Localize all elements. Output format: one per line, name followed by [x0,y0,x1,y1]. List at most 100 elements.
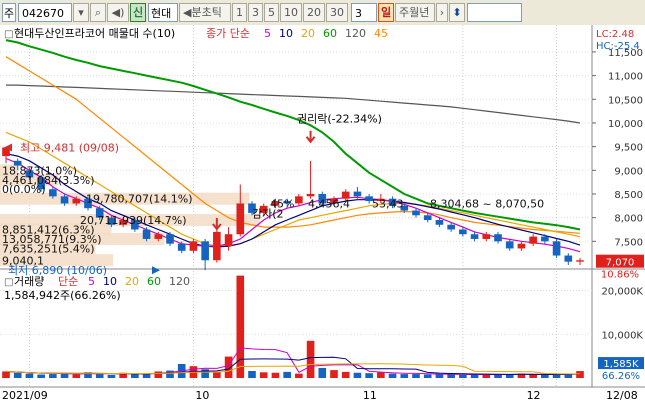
candle [552,238,561,258]
period-button-10[interactable]: 10 [280,3,302,22]
period-button-20[interactable]: 20 [303,3,325,22]
chart-svg[interactable]: 11,50011,00010,50010,0009,5009,0008,5008… [0,25,645,403]
volume-bar [388,373,397,378]
current-change-label: 10.86% [601,270,639,281]
candle-body [154,234,163,239]
volume-bar [318,367,327,378]
x-tick-label: 12 [527,389,541,402]
price-legend-ma-label: 종가 단순 [206,27,250,40]
price-tick-label: 8,500 [614,190,643,201]
candle-body [177,243,186,251]
candle-body [541,236,549,242]
speaker-icon[interactable]: ◀) [107,3,129,22]
volume-bar [306,340,315,378]
volume-bar [295,373,303,378]
x-tick-label: 11 [363,389,377,402]
volume-bar [365,373,373,378]
candle-body [447,224,455,230]
volume-profile-label: 20,711,939(14.7%) [80,214,187,227]
dropdown-icon[interactable]: ▾ [73,3,89,22]
volume-bar [154,371,163,378]
volume-bar [72,374,81,378]
candle-body [459,229,467,235]
volume-bar [400,374,409,378]
period-button-30[interactable]: 30 [326,3,348,22]
up-down-arrow-icon[interactable]: ⬍ [449,3,465,22]
candle-body [494,234,502,242]
volume-bar [412,374,420,378]
search-icon[interactable]: ⌕ [90,3,106,22]
volume-bar [435,374,444,378]
current-volume-pct-label: 66.26% [602,371,640,382]
candle-body [201,241,209,261]
price-tick-label: 9,500 [614,143,643,154]
volume-bar [2,371,10,378]
volume-bar [283,371,291,378]
volume-legend-ma-5: 5 [88,275,95,288]
volume-bar [13,372,22,378]
period-prefix[interactable]: ◀분초틱 [179,3,231,22]
stock-code-input[interactable]: 042670 [18,3,72,22]
profile-overlay-label: 53,43 [372,197,404,210]
volume-bar [131,374,139,378]
blank-input[interactable] [467,3,522,22]
event-label-rights-ex: 권리락(-22.34%) [297,112,382,125]
price-legend-ma-60: 60 [323,27,337,40]
high-price-label: 최고 9,481 (09/08) [20,142,119,155]
candle-body [505,241,514,249]
candle-body [72,198,81,204]
volume-bar [248,371,256,378]
volume-legend-ma-label: 단순 [58,275,78,288]
candle-body [166,234,174,244]
candle-body [60,196,69,204]
current-volume-label: 1,585K [603,359,639,370]
candle-body [517,243,526,249]
candle [213,229,221,263]
price-tick-label: 8,000 [614,214,643,225]
period-button-3[interactable]: 3 [248,3,263,22]
candle-body [529,236,537,244]
volume-bar [377,372,385,378]
current-price-label: 7,070 [606,258,635,269]
price-tick-label: 11,000 [608,72,643,83]
profile-overlay-label: 8,304,68 ~ 8,070,50 [430,197,544,210]
volume-bar [541,374,549,378]
price-legend-ma-20: 20 [301,27,315,40]
price-tick-label: 9,000 [614,166,643,177]
volume-bar [259,372,268,378]
lc-label: LC:2.48 [596,29,634,40]
volume-bar [494,374,502,378]
volume-tick-label: 10,000K [601,330,643,341]
candle-body [189,241,198,251]
candle-body [49,189,57,197]
market-select[interactable]: 주 [2,3,16,22]
volume-tick-label: 20,000K [601,287,643,298]
chart-area: 11,500 11,000 10,500 10,000 9,500 9,000 8,500 8… [0,25,645,403]
volume-bar [236,275,245,378]
x-tick-label: 12/08 [606,389,638,402]
new-icon[interactable]: 신 [130,3,146,22]
chevron-right-icon[interactable]: › [436,3,448,22]
profile-overlay-label: 4,456,4 [308,197,350,210]
candle-body [353,191,362,197]
candle-body [412,210,420,216]
volume-bar [552,374,561,378]
candle-body [552,241,561,256]
period-button-1[interactable]: 1 [232,3,247,22]
period-select[interactable]: 3 [351,3,377,22]
volume-max-label: 1,584,942주(66.26%) [4,289,121,302]
day-button[interactable]: 일 [378,3,394,22]
price-tick-label: 10,000 [608,119,643,130]
volume-bar [95,374,104,378]
volume-bar [271,372,280,378]
legend-checkbox-icon: □ [4,29,13,40]
price-legend-ma-10: 10 [279,27,293,40]
volume-bar [25,373,34,378]
price-legend-ma-120: 120 [345,27,366,40]
week-month-year-buttons[interactable]: 주월년 [395,3,435,22]
period-button-5[interactable]: 5 [264,3,279,22]
volume-legend-ma-60: 60 [147,275,161,288]
volume-bar [447,374,455,378]
candle-body [236,203,245,235]
event-label-capital-reduction: 감자(2 [252,208,284,221]
